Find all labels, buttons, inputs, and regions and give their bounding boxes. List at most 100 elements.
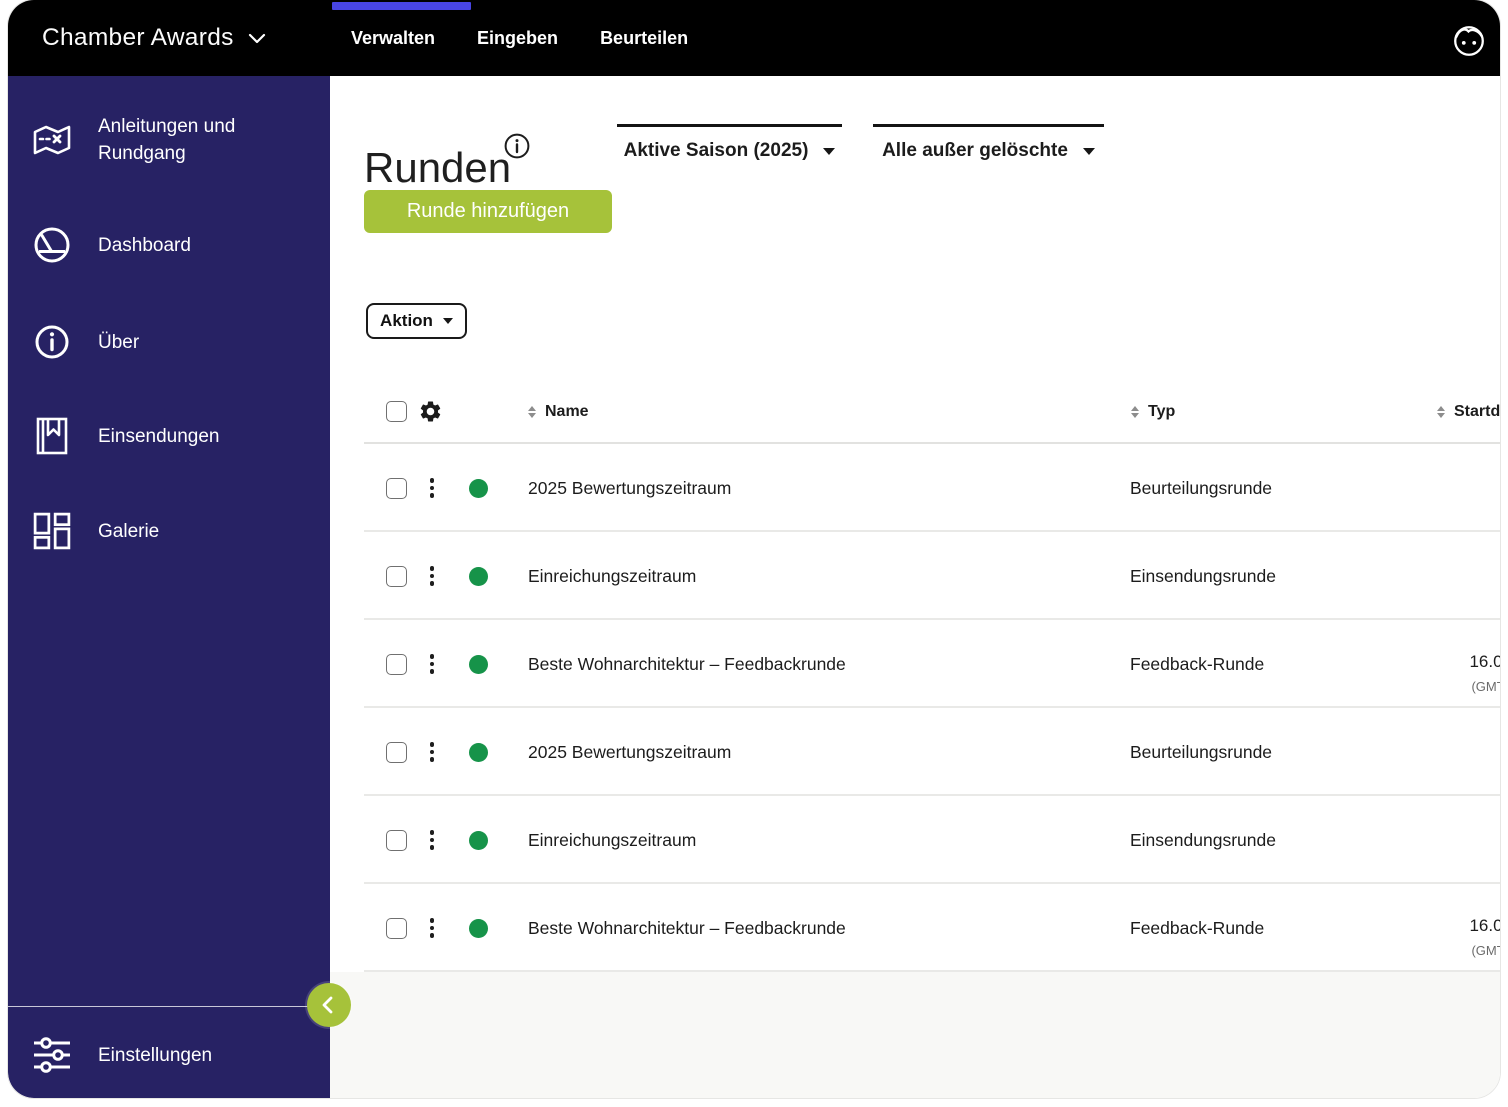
round-start-cell: [1437, 532, 1500, 620]
add-round-button[interactable]: Runde hinzufügen: [364, 190, 612, 233]
rounds-table-body: 2025 Bewertungszeitraum Beurteilungsrund…: [330, 444, 1500, 972]
round-start-cell: [1437, 444, 1500, 532]
sidebar-item-label: Einsendungen: [98, 425, 220, 447]
sidebar-item-galerie[interactable]: Galerie: [32, 503, 318, 559]
nav-beurteilen[interactable]: Beurteilen: [600, 28, 688, 49]
title-info-icon[interactable]: [504, 133, 530, 159]
status-dot-active: [469, 830, 488, 850]
round-start-cell: [1437, 796, 1500, 884]
round-type: Beurteilungsrunde: [1130, 477, 1273, 498]
sort-start-control[interactable]: [1437, 405, 1445, 418]
app-window: Chamber Awards Verwalten Eingeben Beurte…: [8, 0, 1500, 1098]
status-dot-active: [469, 478, 488, 498]
action-dropdown-button[interactable]: Aktion: [366, 303, 467, 339]
round-name[interactable]: Beste Wohnarchitektur – Feedbackrunde: [528, 884, 1108, 972]
round-name[interactable]: Beste Wohnarchitektur – Feedbackrunde: [528, 620, 1108, 708]
bookmark-icon: [32, 416, 72, 456]
caret-down-icon: [442, 318, 453, 324]
caret-down-icon: [823, 147, 836, 155]
round-type: Feedback-Runde: [1130, 917, 1265, 938]
info-icon: [32, 322, 72, 362]
round-type: Einsendungsrunde: [1130, 829, 1276, 850]
status-dot-active: [469, 654, 488, 674]
sidebar-item-label: Über: [98, 331, 140, 353]
row-checkbox[interactable]: [386, 653, 407, 675]
chevron-down-icon: [248, 33, 266, 44]
sidebar-item-dashboard[interactable]: Dashboard: [32, 217, 318, 273]
sidebar-item-label: Galerie: [98, 520, 160, 542]
row-menu-icon[interactable]: [425, 444, 439, 532]
round-name[interactable]: Einreichungszeitraum: [528, 796, 1108, 884]
table-row: 2025 Bewertungszeitraum Beurteilungsrund…: [330, 708, 1500, 796]
status-filter-dropdown[interactable]: Alle außer gelöschte: [873, 124, 1104, 162]
round-start-cell: 16.07.2025 (GMT +00:00): [1437, 620, 1500, 708]
table-settings-gear-icon[interactable]: [418, 381, 443, 442]
table-row: 2025 Bewertungszeitraum Beurteilungsrund…: [330, 444, 1500, 532]
gauge-icon: [32, 225, 72, 265]
sidebar-collapse-button[interactable]: [307, 983, 351, 1027]
round-type: Feedback-Runde: [1130, 653, 1265, 674]
sidebar-item-einsendungen[interactable]: Einsendungen: [32, 408, 318, 464]
column-header-start[interactable]: Startdatum: [1454, 403, 1500, 421]
round-type: Einsendungsrunde: [1130, 565, 1276, 586]
row-menu-icon[interactable]: [425, 532, 439, 620]
content-footer-area: [330, 972, 1500, 1098]
round-name[interactable]: 2025 Bewertungszeitraum: [528, 444, 1108, 532]
start-date-value: 16.07.2025: [1469, 652, 1500, 671]
sidebar: Anleitungen und Rundgang Dashboard Über …: [8, 76, 330, 1098]
row-menu-icon[interactable]: [425, 796, 439, 884]
sidebar-item-label: Anleitungen und Rundgang: [98, 116, 236, 164]
map-icon: [32, 120, 72, 160]
season-filter-label: Aktive Saison (2025): [623, 140, 809, 161]
row-menu-icon[interactable]: [425, 708, 439, 796]
action-label: Aktion: [380, 311, 433, 330]
chevron-left-icon: [322, 996, 333, 1014]
nav-eingeben[interactable]: Eingeben: [477, 28, 558, 49]
sort-name-control[interactable]: [528, 405, 536, 418]
table-header: Name Typ Startdatum: [330, 381, 1500, 442]
season-filter-dropdown[interactable]: Aktive Saison (2025): [617, 124, 842, 162]
row-checkbox[interactable]: [386, 565, 407, 587]
sidebar-item-einstellungen[interactable]: Einstellungen: [32, 1027, 318, 1083]
brand-title: Chamber Awards: [42, 24, 234, 51]
table-row: Beste Wohnarchitektur – Feedbackrunde Fe…: [330, 884, 1500, 972]
status-filter-label: Alle außer gelöschte: [882, 140, 1068, 161]
select-all-checkbox[interactable]: [386, 401, 407, 422]
top-header: Chamber Awards Verwalten Eingeben Beurte…: [8, 0, 1500, 76]
nav-verwalten[interactable]: Verwalten: [351, 28, 435, 49]
round-type: Beurteilungsrunde: [1130, 741, 1273, 762]
status-dot-active: [469, 566, 488, 586]
row-checkbox[interactable]: [386, 741, 407, 763]
start-timezone: (GMT +00:00): [1471, 679, 1500, 694]
row-checkbox[interactable]: [386, 477, 407, 499]
sidebar-divider: [8, 1006, 330, 1007]
round-start-cell: [1437, 708, 1500, 796]
sidebar-item-ueber[interactable]: Über: [32, 314, 318, 370]
row-checkbox[interactable]: [386, 829, 407, 851]
row-menu-icon[interactable]: [425, 884, 439, 972]
status-dot-active: [469, 742, 488, 762]
row-menu-icon[interactable]: [425, 620, 439, 708]
workspace-switcher[interactable]: Chamber Awards: [42, 0, 266, 76]
caret-down-icon: [1082, 147, 1095, 155]
table-row: Beste Wohnarchitektur – Feedbackrunde Fe…: [330, 620, 1500, 708]
active-tab-indicator: [332, 2, 471, 10]
main-content: Runden Aktive Saison (2025) Alle außer g…: [330, 76, 1500, 1098]
page-title: Runden: [364, 144, 512, 192]
round-name[interactable]: 2025 Bewertungszeitraum: [528, 708, 1108, 796]
sliders-icon: [32, 1035, 72, 1075]
start-timezone: (GMT +00:00): [1471, 943, 1500, 958]
round-start-cell: 16.07.2025 (GMT +00:00): [1437, 884, 1500, 972]
table-row: Einreichungszeitraum Einsendungsrunde: [330, 532, 1500, 620]
sort-type-control[interactable]: [1131, 405, 1139, 418]
top-nav: Verwalten Eingeben Beurteilen: [351, 0, 688, 76]
user-avatar-icon[interactable]: [1450, 22, 1488, 60]
column-header-name[interactable]: Name: [545, 403, 589, 421]
status-dot-active: [469, 918, 488, 938]
column-header-type[interactable]: Typ: [1148, 403, 1175, 421]
round-name[interactable]: Einreichungszeitraum: [528, 532, 1108, 620]
sidebar-item-label: Dashboard: [98, 234, 191, 256]
start-date-value: 16.07.2025: [1469, 916, 1500, 935]
row-checkbox[interactable]: [386, 917, 407, 939]
sidebar-item-anleitungen[interactable]: Anleitungen und Rundgang: [32, 112, 318, 168]
